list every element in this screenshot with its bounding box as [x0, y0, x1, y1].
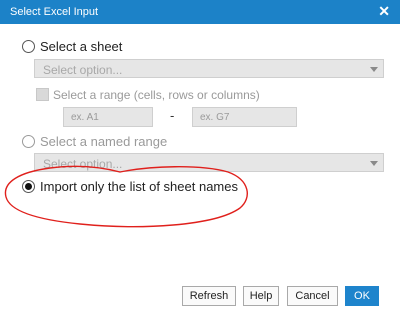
range-from-input[interactable]: ex. A1 [63, 107, 153, 127]
select-sheet-label: Select a sheet [40, 39, 123, 54]
select-excel-input-dialog: Select Excel Input ✕ Select a sheet Sele… [0, 0, 400, 312]
range-from-placeholder: ex. A1 [71, 112, 99, 123]
range-separator: - [170, 108, 175, 123]
help-button[interactable]: Help [243, 286, 279, 306]
select-range-checkbox[interactable] [36, 88, 49, 101]
named-range-radio[interactable] [22, 135, 35, 148]
sheet-select[interactable]: Select option... [34, 59, 384, 78]
ok-button[interactable]: OK [345, 286, 379, 306]
named-range-label: Select a named range [40, 134, 168, 149]
import-sheet-names-radio[interactable] [22, 180, 35, 193]
title-bar: Select Excel Input ✕ [0, 0, 400, 24]
sheet-select-placeholder: Select option... [43, 63, 123, 77]
range-to-input[interactable]: ex. G7 [192, 107, 297, 127]
refresh-button[interactable]: Refresh [182, 286, 236, 306]
range-to-placeholder: ex. G7 [200, 112, 230, 123]
import-sheet-names-label: Import only the list of sheet names [40, 179, 238, 194]
cancel-button[interactable]: Cancel [287, 286, 338, 306]
close-icon[interactable]: ✕ [378, 3, 390, 19]
named-range-select-placeholder: Select option... [43, 157, 123, 171]
select-sheet-radio[interactable] [22, 40, 35, 53]
named-range-select[interactable]: Select option... [34, 153, 384, 172]
chevron-down-icon [370, 161, 378, 166]
select-range-label: Select a range (cells, rows or columns) [53, 88, 260, 102]
chevron-down-icon [370, 67, 378, 72]
dialog-title: Select Excel Input [10, 6, 99, 18]
